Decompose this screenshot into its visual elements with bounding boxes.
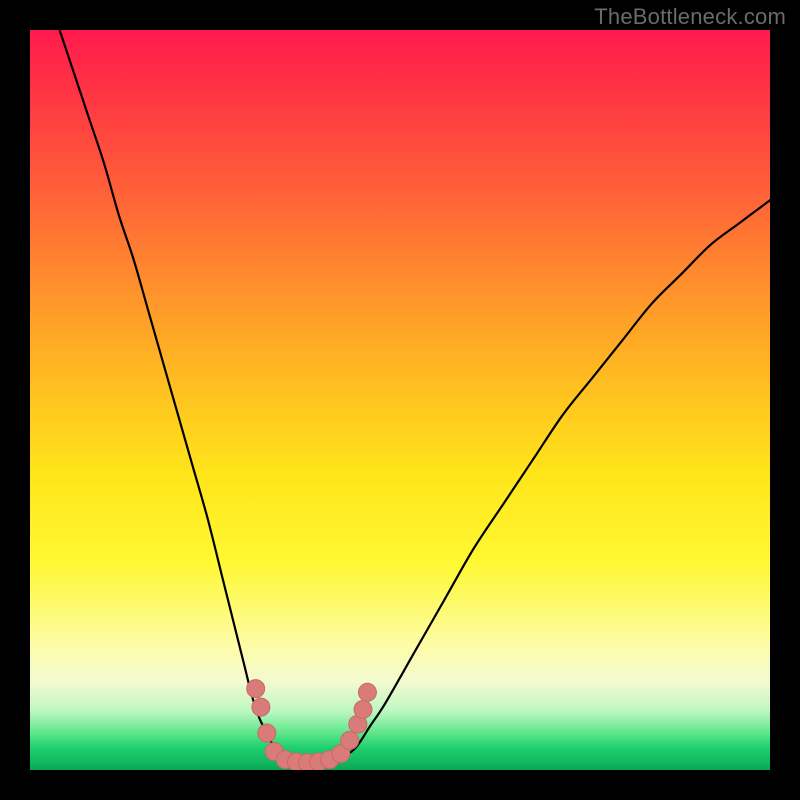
plot-area (30, 30, 770, 770)
marker-dot (258, 724, 276, 742)
marker-dot (354, 700, 372, 718)
marker-dot (358, 683, 376, 701)
marker-dot (252, 698, 270, 716)
marker-dot (247, 680, 265, 698)
chart-svg (30, 30, 770, 770)
marker-dot (341, 731, 359, 749)
chart-frame: TheBottleneck.com (0, 0, 800, 800)
watermark-text: TheBottleneck.com (594, 4, 786, 30)
bottleneck-curve (60, 30, 770, 764)
highlight-markers (247, 680, 377, 770)
